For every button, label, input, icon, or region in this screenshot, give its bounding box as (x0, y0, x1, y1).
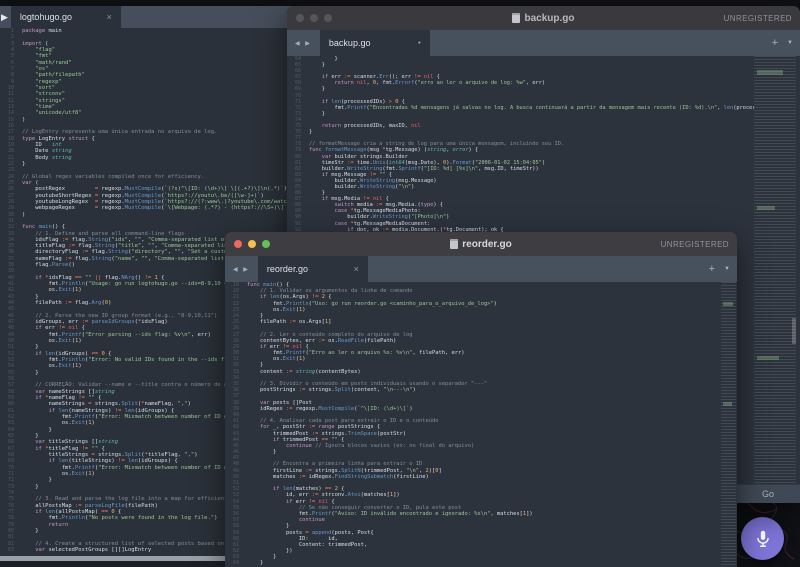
code-line[interactable]: 64 } (225, 560, 720, 566)
code-line[interactable]: 29 webpageRegex = regexp.MustCompile(`\[… (0, 205, 292, 211)
close-tab-icon[interactable]: × (107, 12, 112, 22)
zoom-window-button[interactable] (324, 14, 332, 22)
minimap-code-texture (723, 402, 732, 406)
minimize-window-button[interactable] (310, 14, 318, 22)
minimap[interactable] (754, 56, 796, 485)
tab-logtohugo[interactable]: logtohugo.go × (11, 6, 121, 28)
voice-mic-button[interactable] (741, 517, 784, 560)
close-window-button[interactable] (296, 14, 304, 22)
tab-label: logtohugo.go (20, 12, 72, 22)
line-number: 64 (225, 560, 242, 566)
zoom-window-button[interactable] (262, 240, 270, 248)
traffic-lights (234, 240, 270, 248)
tab-bar-actions: + ▼ (709, 263, 730, 275)
close-window-button[interactable] (234, 240, 242, 248)
nav-forward-icon[interactable]: ▶ (243, 267, 250, 273)
title-bar[interactable]: reorder.go UNREGISTERED (225, 232, 737, 256)
window-title: backup.go (524, 13, 574, 24)
tab-label: reorder.go (267, 264, 308, 274)
minimap-code-texture (723, 302, 733, 306)
minimize-window-button[interactable] (248, 240, 256, 248)
tab-bar: ▶ logtohugo.go × (0, 6, 292, 28)
code-editor-reorder[interactable]: 19func main() {20 // 1. Validar os argum… (225, 282, 720, 567)
nav-forward-icon[interactable]: ▶ (305, 41, 312, 47)
file-icon (512, 13, 520, 23)
tab-bar-actions: + ▼ (772, 37, 793, 49)
desktop: ▶ logtohugo.go × 1package main23import (… (0, 0, 800, 567)
traffic-lights (296, 14, 332, 22)
minimap-code-texture (757, 70, 783, 75)
line-number: 83 (0, 547, 17, 553)
tab-overflow-icon[interactable]: ▼ (724, 266, 730, 272)
file-icon (450, 239, 458, 249)
tab-bar: ◀ ▶ backup.go ● + ▼ (287, 30, 800, 56)
nav-back-icon[interactable]: ◀ (233, 267, 240, 273)
window-reorder: reorder.go UNREGISTERED ◀ ▶ reorder.go ×… (225, 232, 737, 567)
close-tab-icon[interactable]: × (354, 264, 359, 274)
tab-overflow-icon[interactable]: ▼ (787, 40, 793, 46)
new-tab-icon[interactable]: + (709, 263, 715, 275)
title-bar[interactable]: backup.go UNREGISTERED (287, 6, 800, 30)
tab-label: backup.go (329, 38, 371, 48)
nav-back-icon[interactable]: ◀ (295, 41, 302, 47)
syntax-mode-label[interactable]: Go (762, 489, 774, 499)
microphone-icon (752, 528, 774, 550)
minimap[interactable] (721, 282, 736, 567)
modified-dot-icon: ● (418, 40, 421, 46)
registration-status-badge: UNREGISTERED (724, 14, 792, 23)
code-line[interactable]: 72 fmt.Printf("Encontradas %d mensagens … (287, 105, 754, 111)
tab-backup[interactable]: backup.go ● (320, 30, 430, 56)
history-nav-icons[interactable]: ◀ ▶ (295, 40, 312, 47)
history-nav-icons[interactable]: ◀ ▶ (233, 266, 250, 273)
new-tab-icon[interactable]: + (772, 37, 778, 49)
registration-status-badge: UNREGISTERED (661, 240, 729, 249)
vertical-scrollbar[interactable] (792, 318, 796, 344)
tab-scroll-right-icon[interactable]: ▶ (1, 12, 8, 23)
minimap-code-texture (757, 206, 775, 210)
minimap-code-texture (757, 356, 779, 360)
window-title: reorder.go (462, 239, 511, 250)
tab-bar: ◀ ▶ reorder.go × + ▼ (225, 256, 737, 282)
tab-reorder[interactable]: reorder.go × (258, 256, 368, 282)
